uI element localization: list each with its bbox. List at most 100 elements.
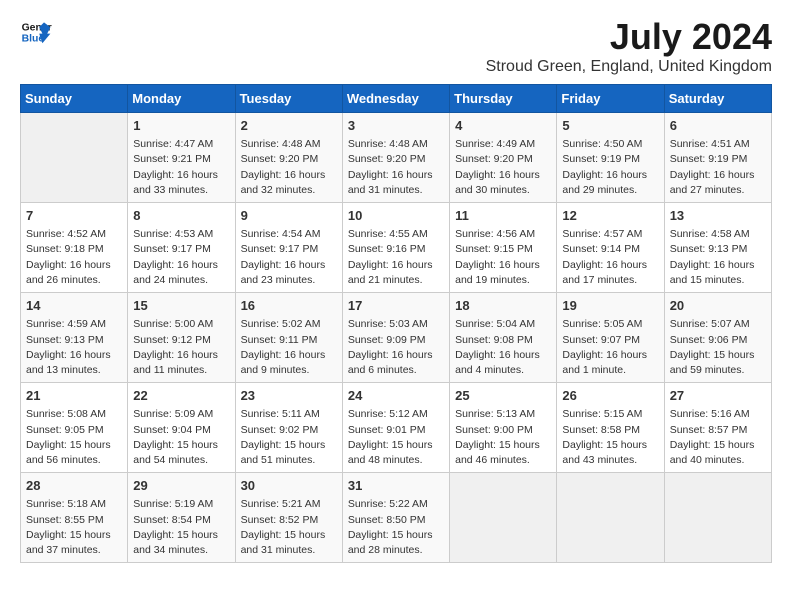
day-cell: 2 Sunrise: 4:48 AM Sunset: 9:20 PM Daylig… (235, 113, 342, 203)
day-cell: 4 Sunrise: 4:49 AM Sunset: 9:20 PM Daylig… (450, 113, 557, 203)
day-info: Sunrise: 4:47 AM Sunset: 9:21 PM Dayligh… (133, 137, 229, 198)
day-cell: 24 Sunrise: 5:12 AM Sunset: 9:01 PM Dayli… (342, 383, 449, 473)
day-number: 12 (562, 207, 658, 225)
day-info: Sunrise: 5:19 AM Sunset: 8:54 PM Dayligh… (133, 497, 229, 558)
day-number: 4 (455, 117, 551, 135)
day-info: Sunrise: 5:08 AM Sunset: 9:05 PM Dayligh… (26, 407, 122, 468)
day-info: Sunrise: 5:21 AM Sunset: 8:52 PM Dayligh… (241, 497, 337, 558)
day-cell: 6 Sunrise: 4:51 AM Sunset: 9:19 PM Daylig… (664, 113, 771, 203)
day-cell: 18 Sunrise: 5:04 AM Sunset: 9:08 PM Dayli… (450, 293, 557, 383)
day-number: 5 (562, 117, 658, 135)
day-number: 7 (26, 207, 122, 225)
day-number: 30 (241, 477, 337, 495)
day-info: Sunrise: 4:54 AM Sunset: 9:17 PM Dayligh… (241, 227, 337, 288)
day-cell: 28Sunrise: 5:18 AM Sunset: 8:55 PM Dayli… (21, 473, 128, 563)
day-info: Sunrise: 5:15 AM Sunset: 8:58 PM Dayligh… (562, 407, 658, 468)
day-info: Sunrise: 5:22 AM Sunset: 8:50 PM Dayligh… (348, 497, 444, 558)
day-cell: 14 Sunrise: 4:59 AM Sunset: 9:13 PM Dayli… (21, 293, 128, 383)
location-subtitle: Stroud Green, England, United Kingdom (486, 58, 772, 76)
day-info: Sunrise: 4:50 AM Sunset: 9:19 PM Dayligh… (562, 137, 658, 198)
day-number: 14 (26, 297, 122, 315)
week-row-3: 14 Sunrise: 4:59 AM Sunset: 9:13 PM Dayli… (21, 293, 772, 383)
day-number: 10 (348, 207, 444, 225)
day-info: Sunrise: 4:56 AM Sunset: 9:15 PM Dayligh… (455, 227, 551, 288)
day-cell: 7 Sunrise: 4:52 AM Sunset: 9:18 PM Daylig… (21, 203, 128, 293)
day-info: Sunrise: 4:48 AM Sunset: 9:20 PM Dayligh… (348, 137, 444, 198)
day-cell: 26Sunrise: 5:15 AM Sunset: 8:58 PM Dayli… (557, 383, 664, 473)
day-number: 22 (133, 387, 229, 405)
day-number: 13 (670, 207, 766, 225)
day-info: Sunrise: 5:12 AM Sunset: 9:01 PM Dayligh… (348, 407, 444, 468)
day-cell: 10Sunrise: 4:55 AM Sunset: 9:16 PM Dayli… (342, 203, 449, 293)
day-info: Sunrise: 5:03 AM Sunset: 9:09 PM Dayligh… (348, 317, 444, 378)
header-cell-wednesday: Wednesday (342, 85, 449, 113)
day-cell: 16Sunrise: 5:02 AM Sunset: 9:11 PM Dayli… (235, 293, 342, 383)
day-cell: 19 Sunrise: 5:05 AM Sunset: 9:07 PM Dayli… (557, 293, 664, 383)
day-number: 31 (348, 477, 444, 495)
title-area: July 2024 Stroud Green, England, United … (486, 16, 772, 76)
day-info: Sunrise: 5:18 AM Sunset: 8:55 PM Dayligh… (26, 497, 122, 558)
day-cell: 11 Sunrise: 4:56 AM Sunset: 9:15 PM Dayli… (450, 203, 557, 293)
header-cell-friday: Friday (557, 85, 664, 113)
day-info: Sunrise: 4:51 AM Sunset: 9:19 PM Dayligh… (670, 137, 766, 198)
day-info: Sunrise: 4:53 AM Sunset: 9:17 PM Dayligh… (133, 227, 229, 288)
day-cell: 1 Sunrise: 4:47 AM Sunset: 9:21 PM Daylig… (128, 113, 235, 203)
day-cell: 13 Sunrise: 4:58 AM Sunset: 9:13 PM Dayli… (664, 203, 771, 293)
day-cell: 29Sunrise: 5:19 AM Sunset: 8:54 PM Dayli… (128, 473, 235, 563)
day-cell: 15Sunrise: 5:00 AM Sunset: 9:12 PM Dayli… (128, 293, 235, 383)
day-cell: 9Sunrise: 4:54 AM Sunset: 9:17 PM Daylig… (235, 203, 342, 293)
week-row-4: 21 Sunrise: 5:08 AM Sunset: 9:05 PM Dayli… (21, 383, 772, 473)
day-info: Sunrise: 5:02 AM Sunset: 9:11 PM Dayligh… (241, 317, 337, 378)
header-cell-sunday: Sunday (21, 85, 128, 113)
day-info: Sunrise: 5:05 AM Sunset: 9:07 PM Dayligh… (562, 317, 658, 378)
header-cell-saturday: Saturday (664, 85, 771, 113)
day-info: Sunrise: 5:07 AM Sunset: 9:06 PM Dayligh… (670, 317, 766, 378)
day-info: Sunrise: 5:09 AM Sunset: 9:04 PM Dayligh… (133, 407, 229, 468)
day-number: 27 (670, 387, 766, 405)
day-number: 3 (348, 117, 444, 135)
day-info: Sunrise: 5:11 AM Sunset: 9:02 PM Dayligh… (241, 407, 337, 468)
day-number: 24 (348, 387, 444, 405)
header-cell-monday: Monday (128, 85, 235, 113)
day-info: Sunrise: 4:57 AM Sunset: 9:14 PM Dayligh… (562, 227, 658, 288)
day-info: Sunrise: 4:58 AM Sunset: 9:13 PM Dayligh… (670, 227, 766, 288)
day-cell: 22 Sunrise: 5:09 AM Sunset: 9:04 PM Dayli… (128, 383, 235, 473)
day-cell: 3 Sunrise: 4:48 AM Sunset: 9:20 PM Daylig… (342, 113, 449, 203)
day-number: 19 (562, 297, 658, 315)
day-number: 17 (348, 297, 444, 315)
day-number: 1 (133, 117, 229, 135)
day-info: Sunrise: 4:52 AM Sunset: 9:18 PM Dayligh… (26, 227, 122, 288)
day-number: 8 (133, 207, 229, 225)
header-cell-thursday: Thursday (450, 85, 557, 113)
day-cell: 27 Sunrise: 5:16 AM Sunset: 8:57 PM Dayli… (664, 383, 771, 473)
day-cell: 12 Sunrise: 4:57 AM Sunset: 9:14 PM Dayli… (557, 203, 664, 293)
day-number: 18 (455, 297, 551, 315)
day-info: Sunrise: 5:13 AM Sunset: 9:00 PM Dayligh… (455, 407, 551, 468)
day-cell: 23 Sunrise: 5:11 AM Sunset: 9:02 PM Dayli… (235, 383, 342, 473)
day-number: 23 (241, 387, 337, 405)
logo-icon: General Blue (20, 16, 52, 48)
day-cell: 5 Sunrise: 4:50 AM Sunset: 9:19 PM Daylig… (557, 113, 664, 203)
week-row-1: 1 Sunrise: 4:47 AM Sunset: 9:21 PM Daylig… (21, 113, 772, 203)
day-info: Sunrise: 4:48 AM Sunset: 9:20 PM Dayligh… (241, 137, 337, 198)
day-cell: 20 Sunrise: 5:07 AM Sunset: 9:06 PM Dayli… (664, 293, 771, 383)
day-cell (21, 113, 128, 203)
day-info: Sunrise: 5:04 AM Sunset: 9:08 PM Dayligh… (455, 317, 551, 378)
day-number: 21 (26, 387, 122, 405)
day-cell (557, 473, 664, 563)
week-row-2: 7 Sunrise: 4:52 AM Sunset: 9:18 PM Daylig… (21, 203, 772, 293)
calendar-table: SundayMondayTuesdayWednesdayThursdayFrid… (20, 84, 772, 563)
day-number: 11 (455, 207, 551, 225)
day-cell: 21 Sunrise: 5:08 AM Sunset: 9:05 PM Dayli… (21, 383, 128, 473)
day-number: 15 (133, 297, 229, 315)
day-number: 20 (670, 297, 766, 315)
day-cell (664, 473, 771, 563)
day-number: 2 (241, 117, 337, 135)
day-cell: 17 Sunrise: 5:03 AM Sunset: 9:09 PM Dayli… (342, 293, 449, 383)
day-info: Sunrise: 4:59 AM Sunset: 9:13 PM Dayligh… (26, 317, 122, 378)
day-info: Sunrise: 5:16 AM Sunset: 8:57 PM Dayligh… (670, 407, 766, 468)
day-cell: 25Sunrise: 5:13 AM Sunset: 9:00 PM Dayli… (450, 383, 557, 473)
day-info: Sunrise: 4:49 AM Sunset: 9:20 PM Dayligh… (455, 137, 551, 198)
month-title: July 2024 (486, 16, 772, 58)
day-number: 6 (670, 117, 766, 135)
